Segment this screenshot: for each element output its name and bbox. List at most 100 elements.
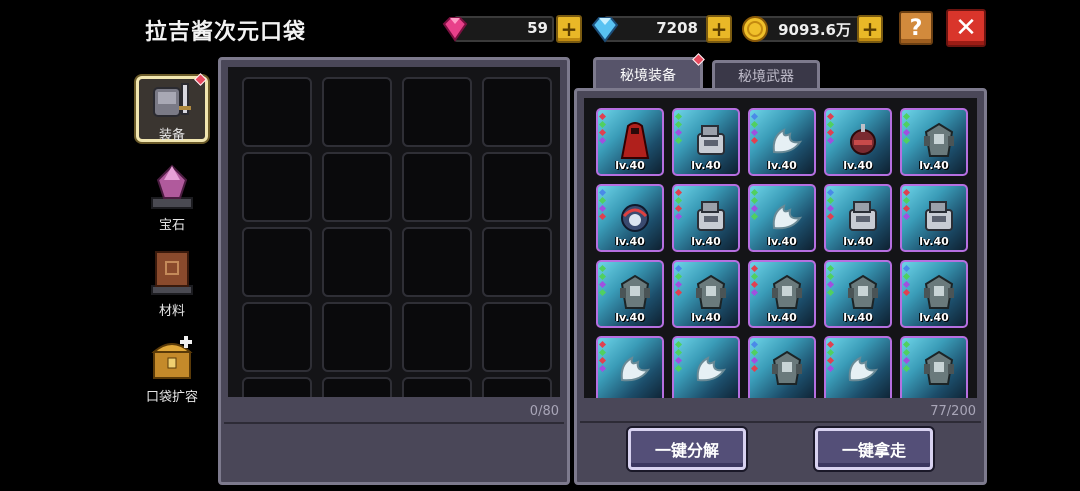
equipment-item[interactable]: lv.40 — [824, 184, 892, 252]
gem-socket-icon — [674, 264, 683, 273]
equipment-item[interactable]: lv.40 — [900, 108, 968, 176]
equipment-item[interactable]: lv.40 — [748, 260, 816, 328]
bag-slot[interactable] — [482, 377, 552, 397]
gem-socket-icon — [750, 272, 759, 281]
currency-diamond: 7208 — [590, 14, 735, 44]
equipment-item[interactable]: lv.40 — [900, 184, 968, 252]
gem-socket-icon — [598, 288, 607, 297]
item-level: lv.40 — [615, 235, 645, 248]
equipment-item[interactable]: lv.40 — [596, 260, 664, 328]
equipment-item[interactable]: lv.40 — [672, 260, 740, 328]
equipment-item[interactable]: lv.40 — [672, 108, 740, 176]
sidebar-item-expand[interactable]: 口袋扩容 — [134, 334, 210, 405]
bag-slot[interactable] — [482, 302, 552, 372]
tab-secret-weapons[interactable]: 秘境武器 — [712, 60, 820, 89]
take-all-button[interactable]: 一键拿走 — [815, 428, 933, 470]
item-level: lv.40 — [843, 159, 873, 172]
gem-socket-icon — [826, 264, 835, 273]
pink-gem-icon — [442, 17, 468, 42]
equipment-item[interactable]: lv.40 — [596, 184, 664, 252]
add-gold-button[interactable] — [857, 15, 883, 43]
bag-grid[interactable] — [228, 67, 560, 397]
equipment-item[interactable]: lv.40 — [672, 184, 740, 252]
bag-slot[interactable] — [322, 302, 392, 372]
gem-socket-icon — [674, 288, 683, 297]
sidebar-item-equipment[interactable]: 装备 — [138, 80, 206, 143]
close-button[interactable]: ✕ — [946, 9, 986, 47]
armor-icon — [153, 83, 191, 117]
gem-sockets — [674, 188, 683, 222]
equipment-item[interactable]: lv.40 — [748, 184, 816, 252]
bag-slot[interactable] — [402, 227, 472, 297]
gem-sockets — [826, 264, 835, 298]
currency-pink-gem: 59 — [440, 14, 582, 44]
gem-socket-icon — [750, 364, 759, 373]
equipment-item[interactable] — [900, 336, 968, 398]
bag-slot[interactable] — [482, 77, 552, 147]
bag-slot[interactable] — [242, 152, 312, 222]
bag-slot[interactable] — [402, 77, 472, 147]
gem-socket-icon — [902, 204, 911, 213]
bag-slot[interactable] — [242, 227, 312, 297]
gem-socket-icon — [902, 212, 911, 221]
decompose-all-button[interactable]: 一键分解 — [628, 428, 746, 470]
sidebar-item-gems[interactable]: 宝石 — [138, 162, 206, 233]
gem-socket-icon — [826, 348, 835, 357]
gem-socket-icon — [902, 348, 911, 357]
bag-slot[interactable] — [322, 152, 392, 222]
gem-socket-icon — [750, 348, 759, 357]
book-icon — [151, 251, 193, 295]
gem-socket-icon — [674, 136, 683, 145]
bag-slot[interactable] — [402, 152, 472, 222]
equipment-item[interactable]: lv.40 — [748, 108, 816, 176]
gem-socket-icon — [902, 188, 911, 197]
sidebar-item-materials[interactable]: 材料 — [138, 248, 206, 319]
equipment-item[interactable] — [748, 336, 816, 398]
help-button[interactable]: ? — [899, 11, 933, 45]
equipment-item[interactable] — [596, 336, 664, 398]
equipment-item[interactable]: lv.40 — [596, 108, 664, 176]
gem-socket-icon — [902, 288, 911, 297]
gem-socket-icon — [902, 136, 911, 145]
gem-sockets — [598, 188, 607, 222]
gem-socket-icon — [902, 128, 911, 137]
bag-slot[interactable] — [402, 377, 472, 397]
gem-socket-icon — [826, 356, 835, 365]
shield-orb-icon — [621, 204, 649, 232]
add-pink-gem-button[interactable] — [556, 15, 582, 43]
bag-slot[interactable] — [242, 377, 312, 397]
bag-slot[interactable] — [242, 77, 312, 147]
gem-socket-icon — [598, 204, 607, 213]
secret-items-capacity: 77/200 — [930, 404, 976, 419]
bag-slot[interactable] — [482, 152, 552, 222]
cloud-wing-icon — [620, 356, 651, 382]
equipment-item[interactable]: lv.40 — [900, 260, 968, 328]
gem-socket-icon — [598, 136, 607, 145]
bag-slot[interactable] — [322, 377, 392, 397]
equipment-item[interactable]: lv.40 — [824, 108, 892, 176]
add-diamond-button[interactable] — [706, 15, 732, 43]
gem-sockets — [826, 340, 835, 374]
gem-socket-icon — [598, 128, 607, 137]
item-level: lv.40 — [691, 159, 721, 172]
gem-sockets — [598, 340, 607, 374]
tab-secret-equipment[interactable]: 秘境装备 — [593, 57, 703, 89]
equipment-item[interactable] — [672, 336, 740, 398]
bag-slot[interactable] — [402, 302, 472, 372]
equipment-item[interactable]: lv.40 — [824, 260, 892, 328]
gem-sockets — [598, 112, 607, 146]
bag-slot[interactable] — [242, 302, 312, 372]
gem-socket-icon — [826, 204, 835, 213]
pink-gem-amount: 59 — [527, 19, 548, 37]
gem-socket-icon — [750, 204, 759, 213]
bag-capacity: 0/80 — [529, 404, 559, 419]
gem-socket-icon — [598, 280, 607, 289]
gem-sockets — [674, 112, 683, 146]
equipment-item[interactable] — [824, 336, 892, 398]
bag-slot[interactable] — [322, 77, 392, 147]
gem-socket-icon — [598, 212, 607, 221]
gem-socket-icon — [826, 288, 835, 297]
bag-slot[interactable] — [322, 227, 392, 297]
page-title: 拉吉酱次元口袋 — [145, 20, 307, 45]
bag-slot[interactable] — [482, 227, 552, 297]
